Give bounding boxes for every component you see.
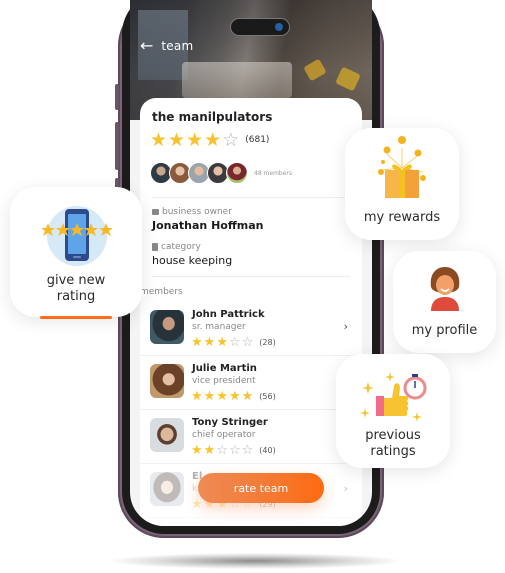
star-filled-icon: ★ (191, 335, 203, 350)
owner-label: business owner (152, 207, 232, 217)
member-photo (150, 364, 184, 398)
team-rating: ★★★★☆ (681) (150, 129, 269, 151)
tile-label: my rewards (363, 209, 441, 225)
member-photo (150, 472, 184, 506)
tile-label: my profile (411, 322, 478, 338)
star-filled-icon: ★ (241, 389, 254, 404)
member-rating: ★★☆☆☆ (40) (191, 443, 276, 458)
member-name: Julie Martin (192, 363, 257, 374)
phone-shadow (110, 553, 400, 569)
member-row[interactable]: John Pattrick sr. manager ★★★☆☆ (28) › (140, 302, 362, 356)
member-rating: ★★★☆☆ (28) (191, 335, 276, 350)
team-card: the manilpulators ★★★★☆ (681) 48 members… (140, 98, 362, 526)
star-empty-icon: ☆ (228, 335, 241, 350)
gift-icon (378, 136, 426, 198)
team-name: the manilpulators (152, 110, 273, 124)
user-avatar-icon (430, 267, 460, 311)
owner-label-text: business owner (162, 207, 232, 217)
back-arrow-icon[interactable]: ← (140, 38, 153, 54)
members-count: 48 members (254, 169, 293, 177)
star-filled-icon: ★ (168, 129, 186, 151)
category-label-text: category (161, 242, 201, 252)
star-filled-icon: ★ (216, 389, 228, 404)
star-filled-icon: ★ (203, 443, 216, 458)
star-filled-icon: ★ (191, 497, 203, 512)
member-role: vice president (192, 376, 256, 386)
star-filled-icon: ★ (191, 389, 203, 404)
star-filled-icon: ★ (150, 129, 168, 151)
rate-team-button[interactable]: rate team (198, 473, 324, 503)
page-title: team (161, 39, 194, 53)
member-review-count: (56) (259, 392, 276, 401)
hero-pillow (335, 66, 361, 92)
member-photo (150, 418, 184, 452)
member-avatars[interactable]: 48 members (150, 162, 292, 184)
chevron-right-icon[interactable]: › (344, 320, 348, 333)
phone-rating-icon (42, 206, 112, 266)
member-rating: ★★★★★ (56) (191, 389, 276, 404)
member-review-count: (28) (259, 338, 276, 347)
star-filled-icon: ★ (191, 443, 203, 458)
avatar (226, 162, 248, 184)
member-row[interactable]: Tony Stringer chief operator ★★☆☆☆ (40) (140, 410, 362, 464)
member-name: Tony Stringer (192, 417, 268, 428)
star-empty-icon: ☆ (216, 443, 228, 458)
divider (152, 197, 350, 198)
owner-name: Jonathan Hoffman (152, 219, 264, 232)
side-button (115, 122, 119, 170)
member-name: John Pattrick (192, 309, 265, 320)
thumbs-up-timer-icon (360, 372, 427, 422)
member-stars: ★★☆☆☆ (191, 443, 254, 458)
document-icon (152, 243, 158, 251)
team-stars: ★★★★☆ (150, 129, 240, 151)
my-profile-tile[interactable]: my profile (393, 251, 496, 353)
star-empty-icon: ☆ (228, 443, 241, 458)
previous-ratings-tile[interactable]: previous ratings (336, 354, 450, 468)
member-role: chief operator (192, 430, 256, 440)
side-button (115, 84, 119, 110)
camera-icon (275, 23, 283, 31)
tile-label: give new rating (46, 272, 106, 304)
top-bar: ← team (140, 38, 193, 54)
star-filled-icon: ★ (216, 335, 228, 350)
divider (152, 276, 350, 277)
star-empty-icon: ☆ (241, 335, 254, 350)
member-role: sr. manager (192, 322, 246, 332)
star-empty-icon: ☆ (222, 129, 240, 151)
star-filled-icon: ★ (203, 335, 216, 350)
give-new-rating-tile[interactable]: give new rating (10, 187, 142, 319)
member-role: k (192, 484, 198, 494)
dynamic-island (230, 18, 290, 36)
member-stars: ★★★☆☆ (191, 335, 254, 350)
category-label: category (152, 242, 201, 252)
member-photo (150, 310, 184, 344)
star-filled-icon: ★ (203, 389, 216, 404)
team-review-count: (681) (245, 135, 270, 145)
hero-pillow (303, 58, 327, 82)
my-rewards-tile[interactable]: my rewards (345, 128, 459, 240)
chevron-right-icon[interactable]: › (344, 482, 348, 495)
tile-accent-bar (40, 316, 112, 319)
briefcase-icon (152, 209, 159, 215)
star-filled-icon: ★ (204, 129, 222, 151)
member-review-count: (40) (259, 446, 276, 455)
tile-label: previous ratings (365, 427, 421, 459)
members-section-title: members (140, 287, 183, 297)
category-value: house keeping (152, 254, 233, 267)
hero-bed (182, 62, 292, 98)
member-row[interactable]: Julie Martin vice president ★★★★★ (56) (140, 356, 362, 410)
member-stars: ★★★★★ (191, 389, 254, 404)
star-empty-icon: ☆ (241, 443, 254, 458)
star-filled-icon: ★ (186, 129, 204, 151)
star-filled-icon: ★ (228, 389, 241, 404)
